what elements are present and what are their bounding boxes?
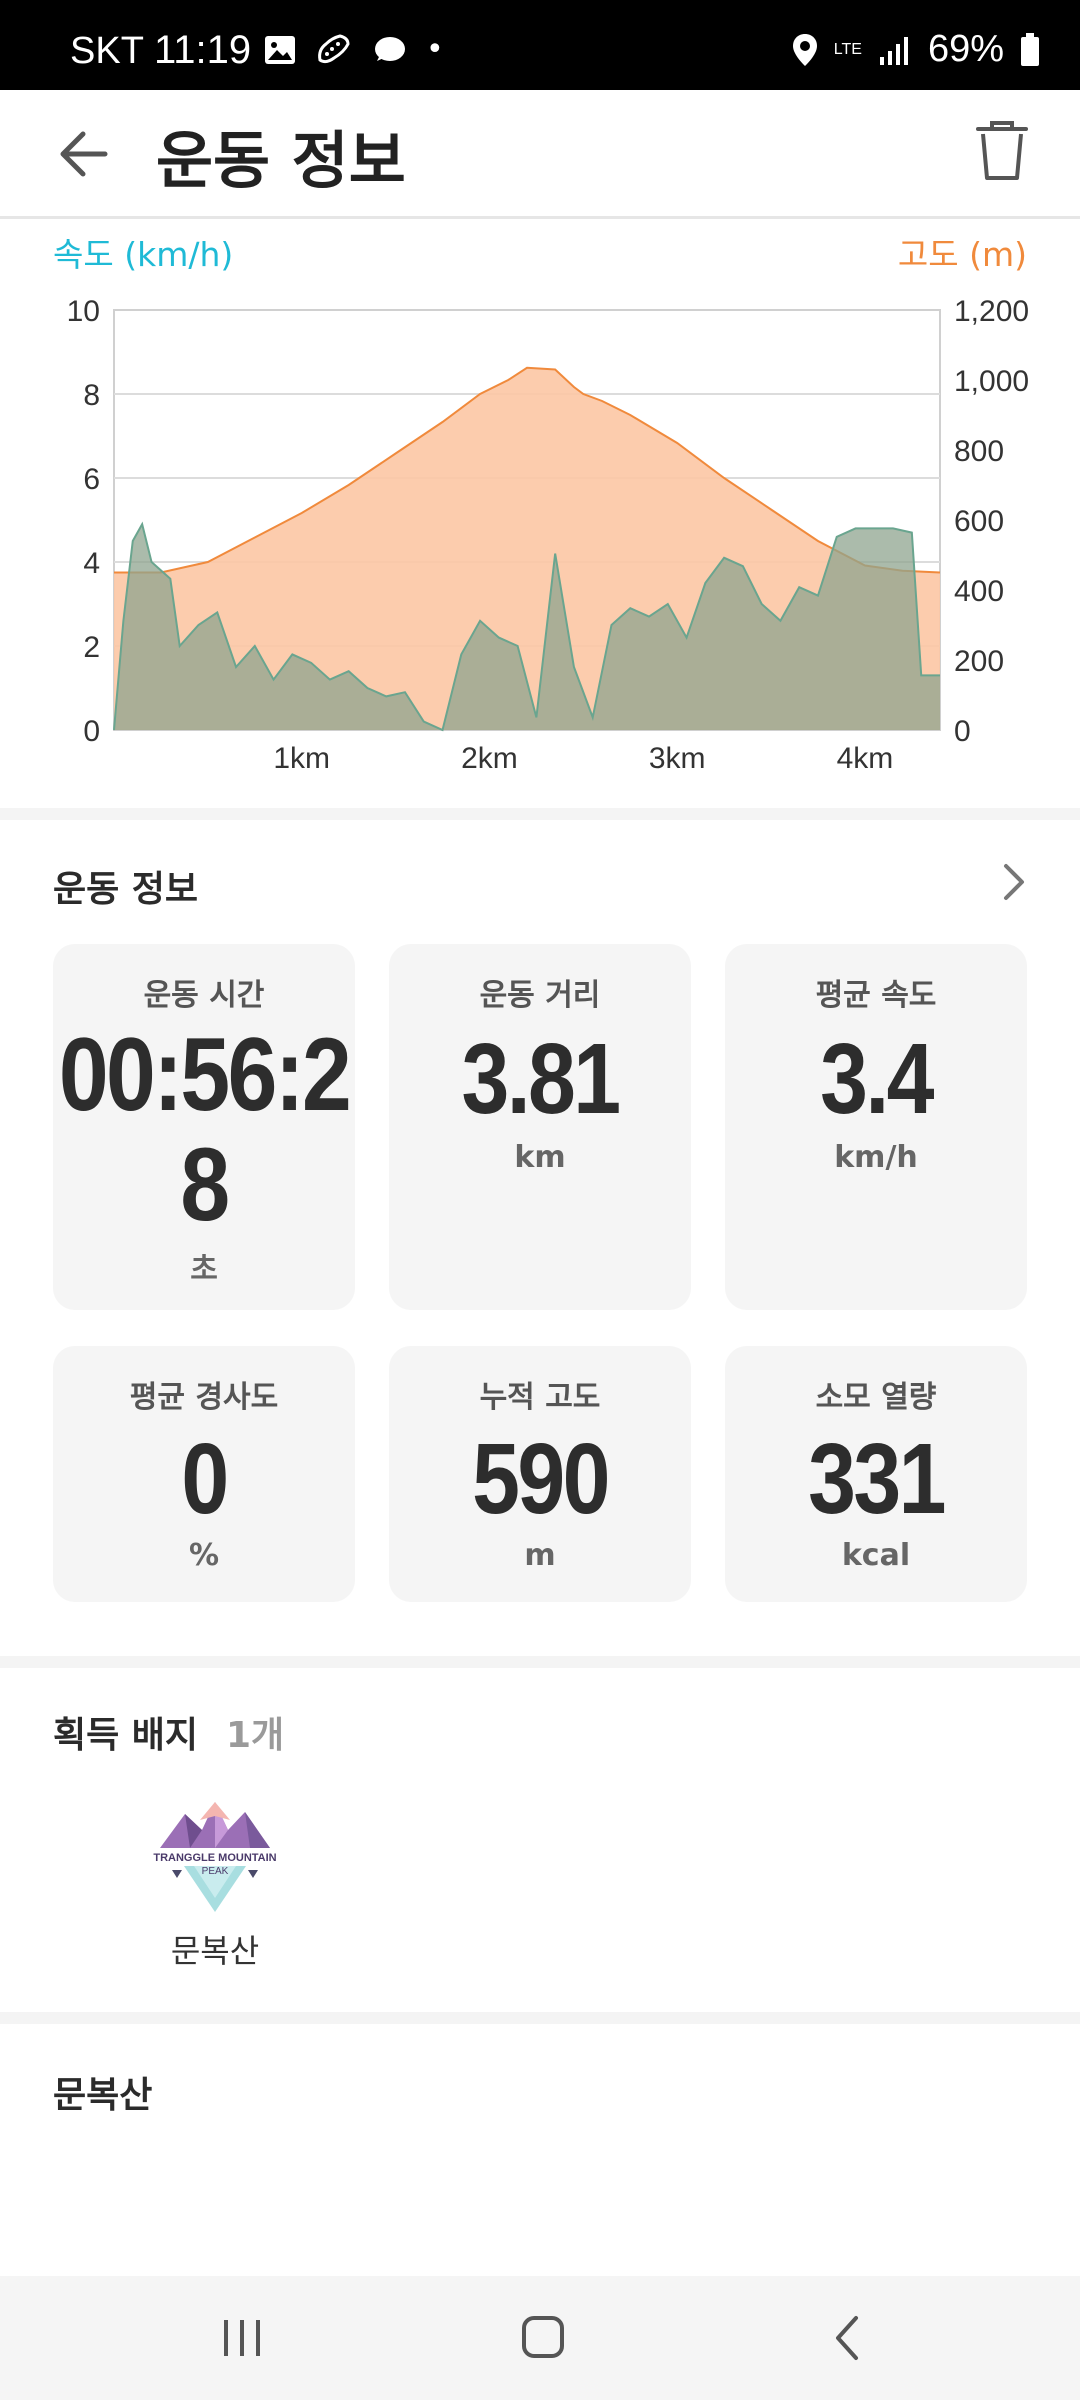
altitude-axis-title: 고도 (m) — [897, 235, 1027, 274]
speed-axis-title: 속도 (km/h) — [53, 235, 234, 274]
arrow-left-icon — [60, 131, 108, 177]
badge-count: 1개 — [226, 1715, 285, 1756]
chat-bubble-icon — [375, 36, 405, 61]
speed-tick-label: 2 — [83, 631, 100, 664]
badge-logo-subtext: PEAK — [202, 1866, 229, 1877]
stat-card-distance: 운동 거리 3.81 km — [389, 944, 691, 1310]
stat-value-line1: 00:56:2 — [58, 1017, 352, 1133]
stat-value: 0 — [181, 1423, 229, 1535]
badges-title: 획득 배지 — [53, 1715, 199, 1756]
more-notifications-dot: • — [426, 32, 444, 67]
altitude-tick-label: 200 — [954, 645, 1004, 678]
battery-percent: 69% — [927, 28, 1004, 70]
altitude-tick-label: 1,200 — [954, 295, 1029, 328]
stat-value: 3.4 — [820, 1023, 934, 1135]
system-nav-bar — [0, 2276, 1080, 2400]
exercise-info-title: 운동 정보 — [53, 869, 199, 910]
home-button[interactable] — [520, 2314, 566, 2360]
section-divider — [0, 808, 1080, 820]
distance-tick-label: 2km — [461, 742, 518, 775]
stat-card-calories: 소모 열량 331 kcal — [725, 1346, 1027, 1602]
gallery-icon — [265, 35, 295, 64]
altitude-tick-label: 1,000 — [954, 365, 1029, 398]
stat-unit: 초 — [190, 1252, 218, 1287]
stat-value: 590 — [472, 1423, 610, 1535]
badge-name: 문복산 — [170, 1932, 260, 1970]
recent-apps-icon — [224, 2320, 260, 2356]
stat-card-avg-speed: 평균 속도 3.4 km/h — [725, 944, 1027, 1310]
notification-icons: • — [264, 32, 444, 67]
back-chevron-icon — [836, 2316, 858, 2360]
status-bar: SKT 11:19 • LTE 69% — [0, 0, 1080, 90]
location-icon — [792, 33, 817, 66]
stat-label: 운동 시간 — [143, 978, 265, 1013]
speed-tick-label: 4 — [83, 547, 100, 580]
speed-tick-label: 8 — [83, 379, 100, 412]
badge-item[interactable]: TRANGGLE MOUNTAIN PEAK — [150, 1790, 280, 1920]
speed-tick-label: 0 — [83, 715, 100, 748]
stat-card-avg-slope: 평균 경사도 0 % — [53, 1346, 355, 1602]
stat-label: 운동 거리 — [479, 978, 601, 1013]
signal-icon — [879, 36, 908, 65]
recent-apps-button[interactable] — [220, 2316, 264, 2360]
badge-logo-text: TRANGGLE MOUNTAIN — [153, 1852, 276, 1864]
stat-unit: km/h — [834, 1140, 918, 1175]
clock: 11:19 — [154, 28, 252, 72]
distance-tick-label: 4km — [837, 742, 894, 775]
stat-value-line2: 8 — [180, 1127, 230, 1243]
exercise-info-detail-button[interactable] — [1000, 862, 1030, 902]
battery-icon — [1021, 32, 1039, 66]
trash-icon — [976, 121, 1028, 180]
speed-tick-label: 6 — [83, 463, 100, 496]
altitude-tick-label: 0 — [954, 715, 971, 748]
app-header: 운동 정보 — [0, 90, 1080, 219]
stat-card-duration: 운동 시간 00:56:2 8 초 — [53, 944, 355, 1310]
stat-unit: kcal — [841, 1538, 911, 1573]
back-button[interactable] — [55, 126, 115, 182]
stat-card-elevation-gain: 누적 고도 590 m — [389, 1346, 691, 1602]
stat-value: 331 — [808, 1423, 946, 1535]
mountain-title: 문복산 — [53, 2075, 153, 2116]
home-icon — [522, 2316, 564, 2358]
stat-label: 소모 열량 — [815, 1380, 937, 1415]
mountain-badge-logo: TRANGGLE MOUNTAIN PEAK — [153, 1802, 277, 1912]
section-divider — [0, 1656, 1080, 1668]
stat-label: 평균 경사도 — [129, 1380, 279, 1415]
shoe-icon — [318, 33, 350, 63]
delete-button[interactable] — [976, 120, 1028, 182]
stat-unit: m — [524, 1538, 556, 1573]
altitude-tick-label: 800 — [954, 435, 1004, 468]
chevron-right-icon — [1004, 864, 1024, 900]
stat-unit: km — [514, 1140, 566, 1175]
speed-tick-label: 10 — [67, 295, 100, 328]
section-divider — [0, 2012, 1080, 2024]
distance-tick-label: 3km — [649, 742, 706, 775]
system-back-button[interactable] — [828, 2314, 868, 2362]
speed-altitude-chart: 10 8 6 4 2 0 1,200 1,000 800 600 400 200 0 1km 2km 3km 4… — [67, 295, 1029, 775]
altitude-tick-label: 400 — [954, 575, 1004, 608]
stat-label: 평균 속도 — [815, 978, 937, 1013]
page-title: 운동 정보 — [156, 124, 406, 197]
network-type: LTE — [833, 40, 862, 58]
carrier-label: SKT — [70, 30, 144, 72]
stat-label: 누적 고도 — [479, 1380, 601, 1415]
stat-unit: % — [188, 1538, 220, 1573]
distance-tick-label: 1km — [273, 742, 330, 775]
stat-value: 3.81 — [461, 1023, 621, 1135]
altitude-tick-label: 600 — [954, 505, 1004, 538]
